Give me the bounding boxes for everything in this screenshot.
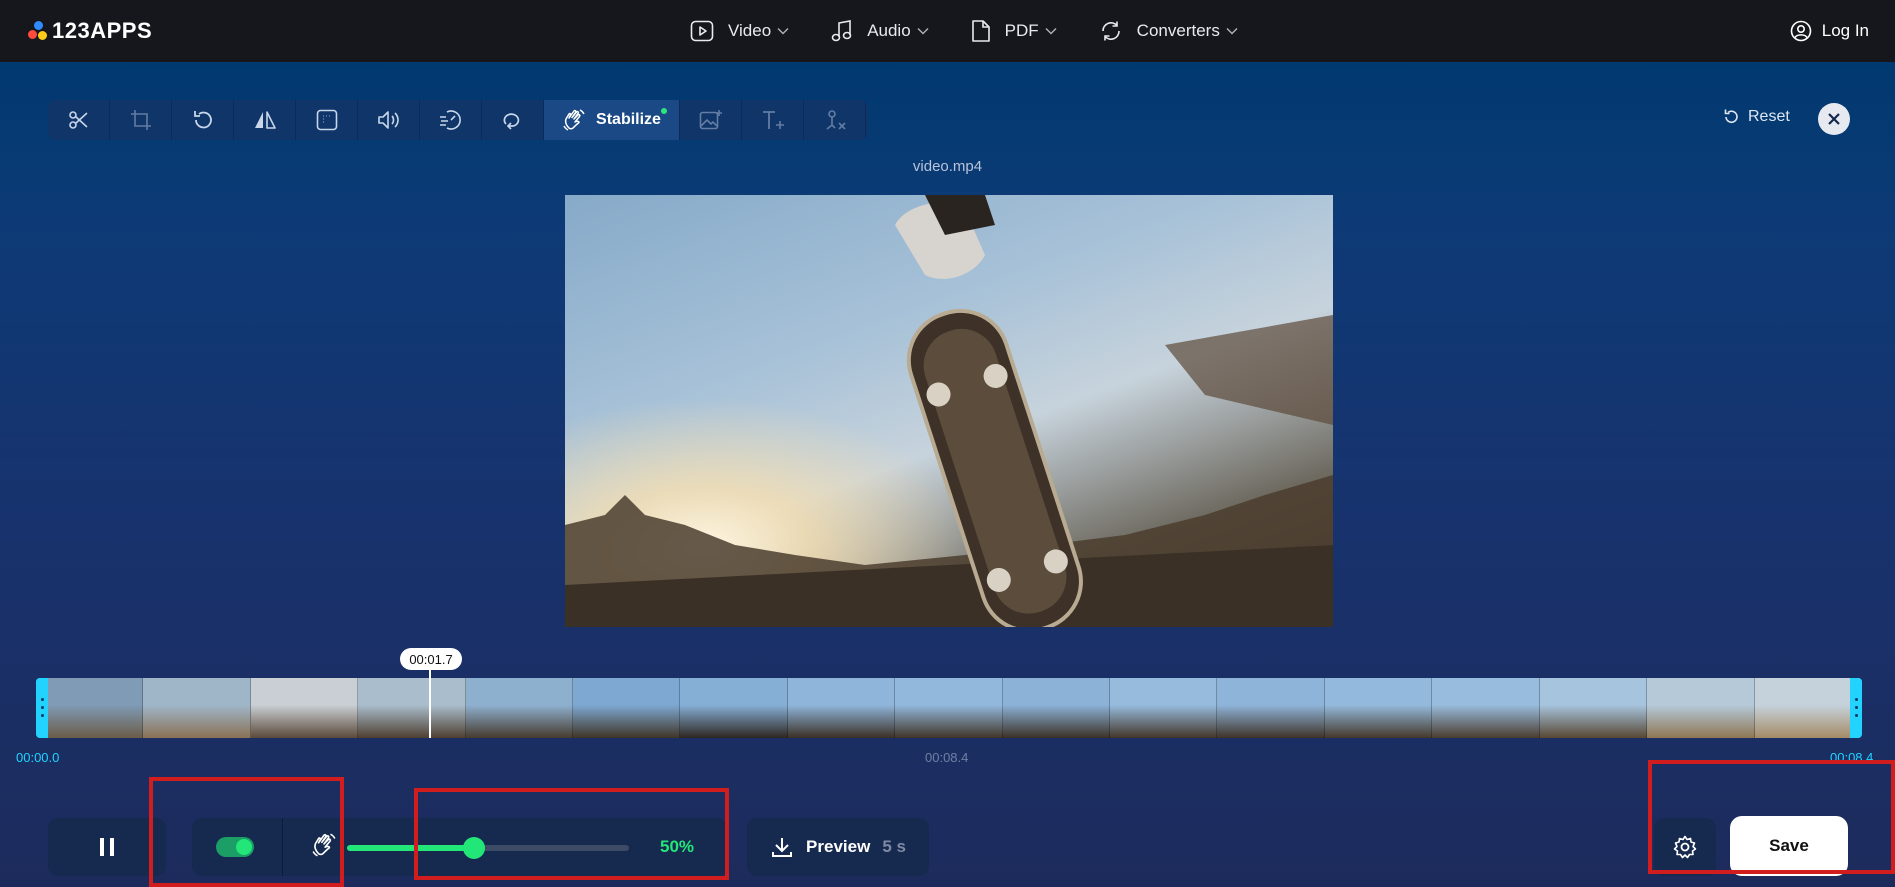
editor-toolbar: Stabilize bbox=[48, 100, 868, 140]
volume-icon bbox=[377, 111, 399, 129]
tool-crop[interactable] bbox=[110, 100, 172, 140]
video-stabilize-app: 123APPS Video Audio PDF Converters Log I… bbox=[0, 0, 1895, 887]
main-nav: Video Audio PDF Converters bbox=[690, 0, 1280, 62]
reset-button[interactable]: Reset bbox=[1722, 108, 1790, 126]
timeline-frame bbox=[250, 678, 359, 738]
nav-label-audio: Audio bbox=[867, 21, 911, 40]
brand-logo[interactable]: 123APPS bbox=[28, 16, 152, 46]
chevron-down-icon bbox=[917, 27, 929, 35]
playhead[interactable] bbox=[429, 668, 431, 738]
timeline-frame bbox=[465, 678, 574, 738]
reset-label: Reset bbox=[1748, 108, 1790, 125]
trim-handle-start[interactable] bbox=[36, 678, 48, 738]
tool-add-text[interactable] bbox=[742, 100, 804, 140]
document-icon bbox=[971, 20, 990, 42]
timeline-start-time: 00:00.0 bbox=[16, 750, 60, 765]
timeline-frame bbox=[143, 678, 251, 738]
annotation-box-slider bbox=[414, 788, 729, 880]
scissors-icon bbox=[68, 111, 88, 129]
timeline-frame bbox=[1754, 678, 1862, 738]
hand-wave-icon bbox=[563, 109, 585, 131]
chevron-down-icon bbox=[777, 27, 789, 35]
download-icon bbox=[772, 838, 793, 857]
tool-loop[interactable] bbox=[482, 100, 544, 140]
timeline-frame bbox=[680, 678, 788, 738]
video-preview[interactable] bbox=[565, 195, 1333, 627]
timeline-frame bbox=[36, 678, 144, 738]
annotation-box-toggle bbox=[149, 777, 344, 887]
tool-add-image[interactable] bbox=[680, 100, 742, 140]
active-indicator-dot bbox=[661, 108, 667, 114]
timeline-frame bbox=[573, 678, 681, 738]
tool-remove-logo[interactable] bbox=[804, 100, 866, 140]
nav-item-video[interactable]: Video bbox=[690, 0, 789, 62]
add-text-icon bbox=[762, 111, 784, 129]
timeline-frame bbox=[1432, 678, 1540, 738]
nav-label-converters: Converters bbox=[1136, 21, 1220, 40]
add-image-icon bbox=[699, 110, 722, 130]
tool-speed[interactable] bbox=[420, 100, 482, 140]
user-circle-icon bbox=[1790, 20, 1812, 42]
speed-icon bbox=[439, 110, 461, 130]
timeline-strip[interactable] bbox=[36, 678, 1862, 738]
annotation-box-save bbox=[1648, 760, 1895, 874]
chevron-down-icon bbox=[1226, 27, 1238, 35]
loop-icon bbox=[503, 113, 519, 130]
music-note-icon bbox=[831, 20, 852, 42]
timeline-frame bbox=[1002, 678, 1111, 738]
nav-label-video: Video bbox=[728, 21, 772, 40]
video-play-icon bbox=[690, 20, 714, 42]
tool-resize[interactable] bbox=[296, 100, 358, 140]
video-filename: video.mp4 bbox=[912, 158, 983, 175]
chevron-down-icon bbox=[1045, 27, 1057, 35]
pause-icon bbox=[100, 838, 114, 856]
preview-button[interactable]: Preview 5 s bbox=[747, 818, 929, 876]
skateboard-scene-illustration bbox=[565, 195, 1333, 627]
timeline-frame bbox=[1539, 678, 1648, 738]
tool-volume[interactable] bbox=[358, 100, 420, 140]
nav-item-converters[interactable]: Converters bbox=[1099, 0, 1238, 62]
brand-name: 123APPS bbox=[52, 18, 153, 43]
timeline-frame bbox=[787, 678, 896, 738]
timeline-mid-time: 00:08.4 bbox=[925, 750, 969, 765]
nav-label-pdf: PDF bbox=[1004, 21, 1039, 40]
trim-handle-end[interactable] bbox=[1850, 678, 1862, 738]
close-icon bbox=[1828, 113, 1840, 125]
tool-flip[interactable] bbox=[234, 100, 296, 140]
nav-item-audio[interactable]: Audio bbox=[831, 0, 929, 62]
tool-stabilize[interactable]: Stabilize bbox=[544, 100, 680, 140]
close-button[interactable] bbox=[1818, 103, 1850, 135]
top-navbar: 123APPS Video Audio PDF Converters Log I… bbox=[0, 0, 1895, 62]
undo-arrow-icon bbox=[1724, 109, 1738, 123]
rotate-icon bbox=[193, 111, 212, 129]
logo-dots-icon bbox=[28, 19, 50, 43]
timeline-frame bbox=[1110, 678, 1218, 738]
current-time-badge: 00:01.7 bbox=[400, 648, 462, 670]
remove-logo-icon bbox=[826, 110, 846, 130]
crop-icon bbox=[130, 110, 151, 130]
timeline-frame bbox=[358, 678, 466, 738]
nav-item-pdf[interactable]: PDF bbox=[971, 0, 1057, 62]
login-link[interactable]: Log In bbox=[1790, 0, 1869, 62]
login-label: Log In bbox=[1821, 21, 1869, 40]
preview-duration: 5 s bbox=[882, 837, 906, 856]
timeline-frame bbox=[1217, 678, 1325, 738]
timeline-frame bbox=[1324, 678, 1433, 738]
tool-stabilize-label: Stabilize bbox=[596, 111, 661, 128]
timeline-frame bbox=[1647, 678, 1755, 738]
tool-cut[interactable] bbox=[48, 100, 110, 140]
timeline-frame bbox=[895, 678, 1003, 738]
resize-icon bbox=[316, 109, 337, 131]
flip-icon bbox=[254, 111, 276, 129]
convert-cycle-icon bbox=[1101, 21, 1120, 41]
tool-rotate[interactable] bbox=[172, 100, 234, 140]
preview-label: Preview bbox=[806, 837, 871, 856]
